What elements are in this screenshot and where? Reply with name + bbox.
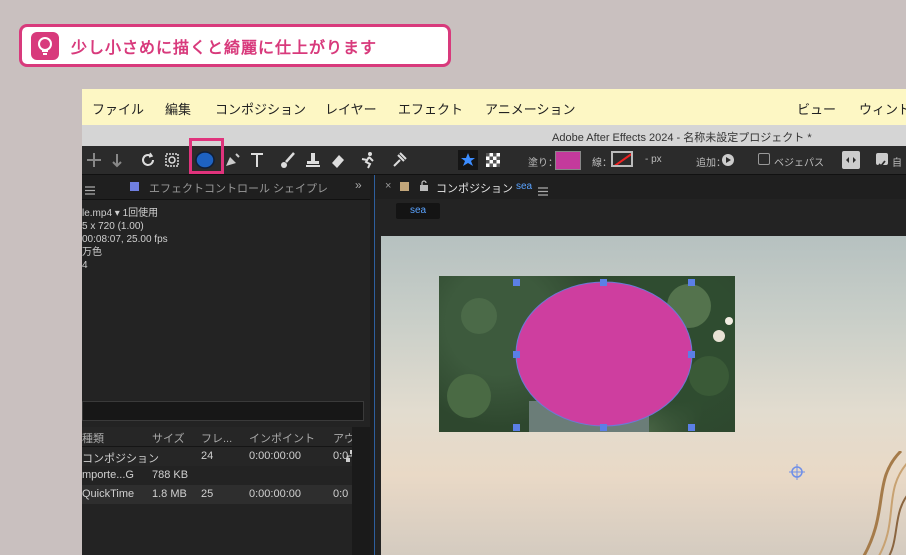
bezier-path-label: ベジェパス: [774, 158, 824, 169]
window-title: Adobe After Effects 2024 - 名称未設定プロジェクト *: [552, 132, 812, 144]
table-row[interactable]: mporte...G 788 KB: [82, 466, 352, 485]
menu-layer[interactable]: レイヤー: [325, 99, 377, 118]
align-panel-icon[interactable]: [842, 151, 860, 169]
ellipse-tool-highlight: [189, 138, 224, 174]
tab-effect-controls[interactable]: エフェクトコントロール シェイプレ: [149, 180, 328, 196]
camera-tool-icon[interactable]: [162, 150, 182, 170]
clone-stamp-icon[interactable]: [303, 150, 323, 170]
info-line: le.mp4 ▾ 1回使用: [82, 208, 159, 219]
info-line: 万色: [82, 247, 102, 258]
after-effects-window: ファイル 編集 コンポジション レイヤー エフェクト アニメーション ビュー ウ…: [82, 89, 906, 555]
anchor-point-icon[interactable]: [789, 464, 805, 480]
composition-tab-name[interactable]: sea: [516, 181, 532, 192]
project-column-headers: 種類 サイズ フレ... インポイント アウト: [82, 427, 370, 447]
row-frame: 24: [201, 450, 214, 462]
stroke-label: 線：: [592, 158, 612, 169]
roto-brush-icon[interactable]: [359, 150, 379, 170]
project-search-input[interactable]: [82, 401, 364, 421]
info-line: 5 x 720 (1.00): [82, 221, 144, 232]
composition-tab-title[interactable]: コンポジション: [436, 180, 513, 196]
row-size: 1.8 MB: [152, 488, 187, 500]
comp-color-tag: [400, 182, 409, 191]
bezier-path-checkbox[interactable]: [758, 153, 770, 165]
tip-banner: 少し小さめに描くと綺麗に仕上がります: [19, 24, 451, 67]
table-row[interactable]: コンポジション 24 0:00:00:00 0:0: [82, 447, 358, 466]
lock-open-icon[interactable]: [419, 180, 429, 192]
star-shape-icon[interactable]: [458, 150, 478, 170]
pen-tool-icon[interactable]: [222, 150, 242, 170]
tip-text: 少し小さめに描くと綺麗に仕上がります: [71, 37, 378, 57]
column-size[interactable]: サイズ: [152, 430, 185, 446]
pan-behind-icon[interactable]: [107, 150, 127, 170]
auto-checkbox[interactable]: [876, 153, 888, 168]
eraser-tool-icon[interactable]: [328, 150, 348, 170]
fill-color-swatch[interactable]: [555, 151, 581, 170]
menu-composition[interactable]: コンポジション: [215, 99, 306, 118]
row-type: QuickTime: [82, 488, 135, 500]
row-type: コンポジション: [82, 453, 159, 465]
ellipse-shape[interactable]: [515, 281, 693, 427]
puppet-tool-icon[interactable]: [389, 150, 409, 170]
menu-file[interactable]: ファイル: [92, 99, 144, 118]
effects-color-tag: [130, 182, 139, 191]
info-line: 4: [82, 260, 88, 271]
row-in: 0:00:00:00: [249, 450, 301, 462]
menu-bar: ファイル 編集 コンポジション レイヤー エフェクト アニメーション ビュー ウ…: [82, 89, 906, 125]
row-size: 788 KB: [152, 469, 189, 481]
footage-info: le.mp4 ▾ 1回使用 5 x 720 (1.00) 00:08:07, 2…: [82, 207, 168, 272]
project-panel: エフェクトコントロール シェイプレ » le.mp4 ▾ 1回使用 5 x 72…: [82, 175, 370, 555]
type-tool-icon[interactable]: [247, 150, 267, 170]
auto-label: 自: [892, 158, 902, 169]
comp-breadcrumb[interactable]: sea: [396, 203, 440, 219]
rotate-tool-icon[interactable]: [138, 150, 158, 170]
close-icon[interactable]: ×: [385, 180, 391, 192]
stroke-color-swatch[interactable]: [611, 151, 633, 167]
row-frame: 25: [201, 488, 214, 500]
column-type[interactable]: 種類: [82, 430, 104, 446]
move-icon[interactable]: [84, 150, 104, 170]
row-type: mporte...G: [82, 469, 134, 481]
lightbulb-icon: [31, 31, 59, 60]
panel-menu-icon[interactable]: [85, 182, 95, 200]
column-frame[interactable]: フレ...: [201, 430, 232, 446]
brush-tool-icon[interactable]: [278, 150, 298, 170]
composition-panel: × コンポジション sea sea: [374, 175, 906, 555]
stroke-width-value[interactable]: - px: [645, 154, 662, 165]
fill-label: 塗り：: [528, 158, 558, 169]
composition-header: × コンポジション sea: [375, 175, 906, 199]
play-circle-icon[interactable]: [722, 154, 734, 166]
project-scrollbar[interactable]: [352, 427, 370, 555]
menu-view[interactable]: ビュー: [797, 99, 836, 118]
info-line: 00:08:07, 25.00 fps: [82, 234, 168, 245]
menu-animation[interactable]: アニメーション: [485, 99, 575, 118]
row-in: 0:00:00:00: [249, 488, 301, 500]
column-in-point[interactable]: インポイント: [249, 430, 315, 446]
menu-effect[interactable]: エフェクト: [398, 99, 463, 118]
project-tabs: エフェクトコントロール シェイプレ »: [82, 175, 370, 200]
row-out: 0:0: [333, 488, 349, 500]
comp-panel-menu-icon[interactable]: [538, 183, 548, 201]
panel-overflow-icon[interactable]: »: [355, 178, 362, 192]
table-row[interactable]: QuickTime 1.8 MB 25 0:00:00:00 0:0: [82, 485, 352, 504]
composition-viewer[interactable]: [381, 236, 906, 555]
transparency-grid-icon[interactable]: [483, 150, 503, 170]
menu-window[interactable]: ウィンド: [859, 99, 906, 118]
menu-edit[interactable]: 編集: [165, 99, 191, 118]
